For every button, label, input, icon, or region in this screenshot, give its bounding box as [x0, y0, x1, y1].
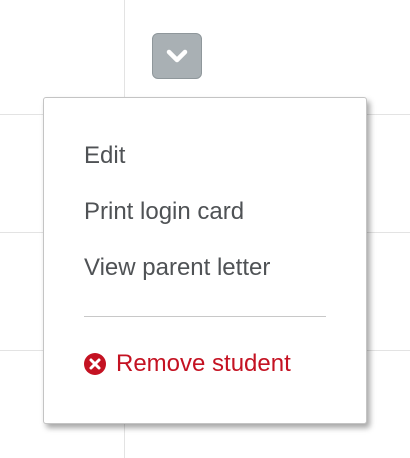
menu-item-view-parent-letter[interactable]: View parent letter — [84, 254, 270, 282]
remove-circle-icon — [84, 353, 106, 375]
chevron-down-icon — [166, 48, 188, 64]
menu-item-remove-student[interactable]: Remove student — [84, 350, 291, 378]
menu-item-edit[interactable]: Edit — [84, 142, 125, 170]
actions-dropdown-menu: Edit Print login card View parent letter… — [43, 97, 367, 424]
menu-divider — [84, 316, 326, 317]
remove-student-label: Remove student — [116, 350, 291, 377]
menu-item-print-login-card[interactable]: Print login card — [84, 198, 244, 226]
actions-dropdown-toggle[interactable] — [152, 33, 202, 79]
